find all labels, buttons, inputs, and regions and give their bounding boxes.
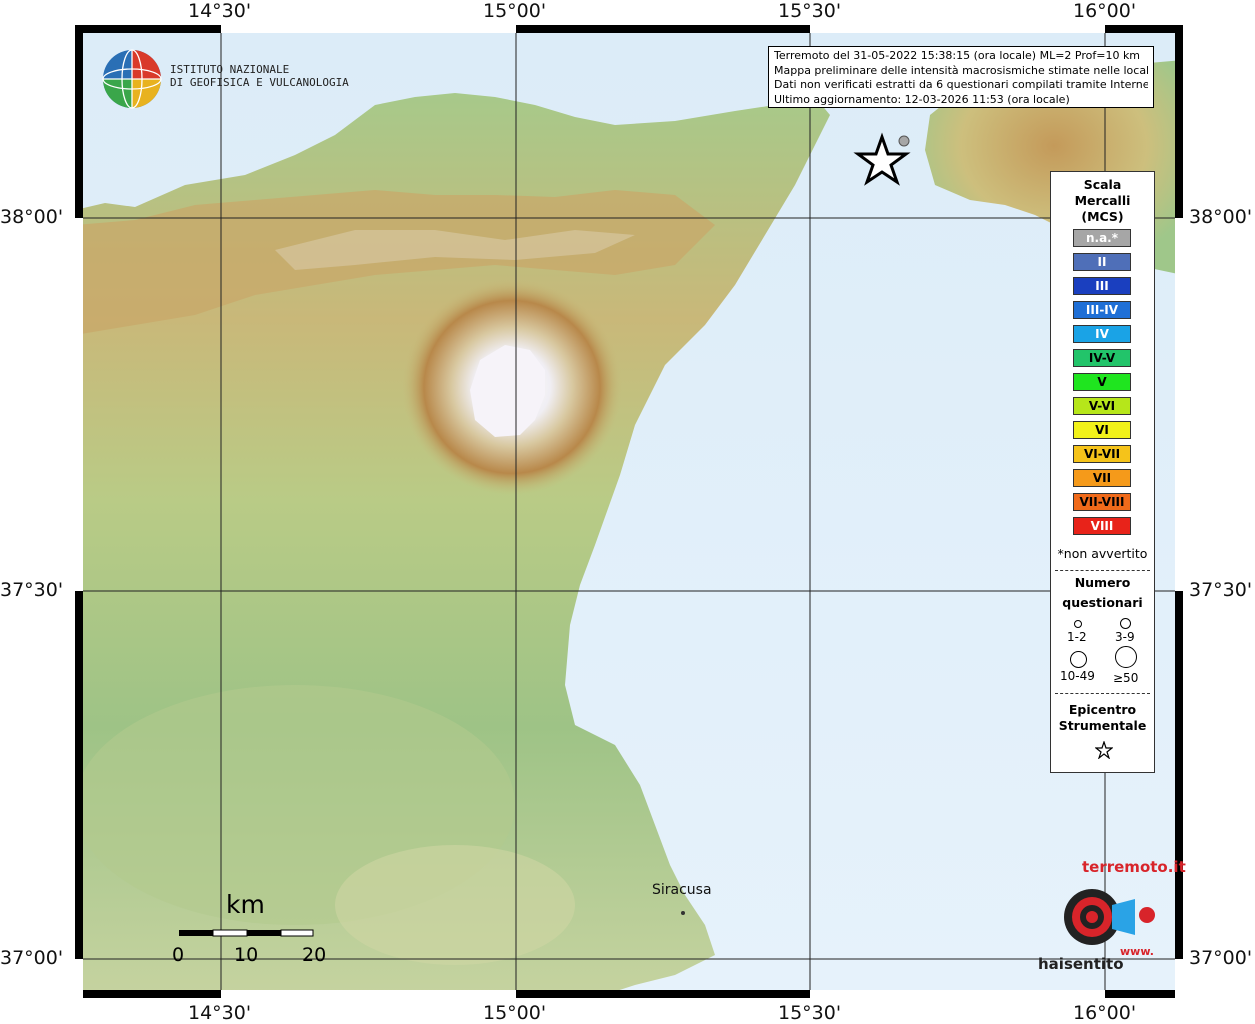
lat-label-right-2: 37°30': [1189, 579, 1253, 601]
size-circle-xlarge: [1115, 646, 1137, 668]
event-line-4: Ultimo aggiornamento: 12-03-2026 11:53 (…: [774, 92, 1070, 106]
lon-label-bottom-4: 16°00': [1073, 1002, 1137, 1024]
size-circle-medium: [1120, 618, 1131, 629]
scale-tick-10: 10: [234, 944, 259, 966]
legend-title-3: (MCS): [1081, 209, 1124, 224]
legend-title-1: Scala: [1083, 177, 1122, 192]
epicenter-legend-star-icon: [1095, 741, 1113, 759]
event-line-2: Mappa preliminare delle intensità macros…: [774, 63, 1148, 77]
mcs-swatch: VIII: [1073, 517, 1131, 535]
scale-tick-20: 20: [302, 944, 327, 966]
mcs-swatch: VI: [1073, 421, 1131, 439]
mcs-swatch: n.a.*: [1073, 229, 1131, 247]
legend-divider-1: [1055, 570, 1150, 571]
watermark-text-black: haisentito: [1038, 955, 1124, 973]
lat-label-left-3: 37°00': [0, 947, 64, 969]
scale-unit: km: [226, 890, 265, 919]
legend-note: *non avvertito: [1057, 546, 1148, 561]
lon-label-top-1: 14°30': [188, 0, 252, 22]
watermark-text-red: terremoto.it: [1082, 858, 1186, 876]
lon-label-top-2: 15°00': [483, 0, 547, 22]
lon-label-bottom-3: 15°30': [778, 1002, 842, 1024]
event-line-1: Terremoto del 31-05-2022 15:38:15 (ora l…: [774, 49, 1141, 62]
southern-highland: [335, 845, 575, 965]
size-label-4: ≥50: [1113, 671, 1139, 685]
mcs-swatch: IV: [1073, 325, 1131, 343]
lat-label-right-3: 37°00': [1189, 947, 1253, 969]
mcs-swatch: V: [1073, 373, 1131, 391]
watermark-www: www.: [1120, 945, 1154, 958]
mcs-swatch: VI-VII: [1073, 445, 1131, 463]
epicentro-title-1: Epicentro: [1068, 702, 1137, 717]
mcs-swatch: III: [1073, 277, 1131, 295]
siracusa-dot: [681, 911, 685, 915]
mcs-swatch: II: [1073, 253, 1131, 271]
legend-divider-2: [1055, 693, 1150, 694]
mcs-legend: Scala Mercalli (MCS) n.a.* II III III-IV IV I…: [1050, 171, 1155, 773]
ingv-name-line2: DI GEOFISICA E VULCANOLOGIA: [170, 76, 349, 89]
scale-bar: [179, 929, 314, 937]
size-label-3: 10-49: [1060, 669, 1095, 683]
legend-title-2: Mercalli: [1074, 193, 1131, 208]
place-siracusa: Siracusa: [652, 882, 712, 898]
questionari-title-1: Numero: [1074, 575, 1131, 590]
relief-map: [75, 25, 1183, 998]
lat-label-left-2: 37°30': [0, 579, 64, 601]
ingv-globe-logo: [102, 49, 162, 109]
event-line-3: Dati non verificati estratti da 6 questi…: [774, 78, 1148, 91]
mcs-swatch: III-IV: [1073, 301, 1131, 319]
mcs-swatch: VII: [1073, 469, 1131, 487]
mcs-swatch: V-VI: [1073, 397, 1131, 415]
epicentro-title-2: Strumentale: [1058, 718, 1147, 733]
event-info-box: Terremoto del 31-05-2022 15:38:15 (ora l…: [768, 46, 1154, 108]
mcs-swatch: VII-VIII: [1073, 493, 1131, 511]
scale-tick-0: 0: [172, 944, 185, 966]
lon-label-bottom-2: 15°00': [483, 1002, 547, 1024]
size-label-2: 3-9: [1115, 630, 1135, 644]
ingv-name: ISTITUTO NAZIONALE DI GEOFISICA E VULCAN…: [170, 63, 349, 89]
lon-label-top-4: 16°00': [1073, 0, 1137, 22]
mcs-swatch: IV-V: [1073, 349, 1131, 367]
lat-label-left-1: 38°00': [0, 206, 64, 228]
lon-label-bottom-1: 14°30': [188, 1002, 252, 1024]
questionari-title-2: questionari: [1062, 595, 1143, 610]
size-label-1: 1-2: [1067, 630, 1087, 644]
size-circle-large: [1070, 651, 1087, 668]
ingv-name-line1: ISTITUTO NAZIONALE: [170, 63, 290, 76]
lon-label-top-3: 15°30': [778, 0, 842, 22]
lat-label-right-1: 38°00': [1189, 206, 1253, 228]
size-circle-small: [1074, 620, 1082, 628]
questionnaire-marker: [898, 135, 910, 147]
